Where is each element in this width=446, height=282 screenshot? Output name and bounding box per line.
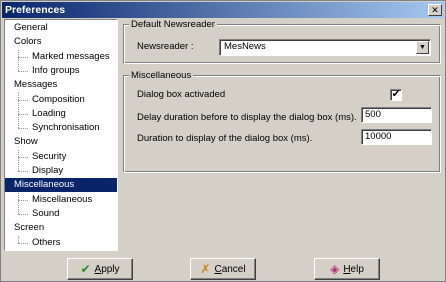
tree-connector [18, 128, 28, 130]
eraser-icon: ◈ [330, 262, 340, 276]
title-bar[interactable]: Preferences ✕ [2, 2, 444, 18]
tree-connector [18, 56, 28, 58]
tree-item-label: Show [14, 136, 38, 148]
display-duration-label: Duration to display of the dialog box (m… [137, 133, 313, 144]
tree-item-label: Messages [14, 79, 58, 91]
tree-item-label: Marked messages [32, 50, 110, 62]
tree-item-label: Display [32, 165, 64, 176]
tree-item-label: Synchronisation [32, 122, 100, 134]
tree-item[interactable]: Screen [5, 221, 117, 235]
dialog-box-activated-checkbox[interactable]: ✔ [390, 89, 402, 101]
tree-connector [18, 242, 28, 244]
newsreader-select[interactable]: MesNews ▼ [219, 39, 431, 56]
check-icon: ✔ [80, 262, 91, 276]
checkmark-icon: ✔ [391, 89, 401, 100]
tree-item[interactable]: General [5, 21, 117, 35]
help-button[interactable]: ◈ Help [314, 258, 380, 280]
tree-connector [18, 99, 28, 101]
close-icon: ✕ [431, 5, 439, 15]
tree-item-label: Miscellaneous [32, 193, 93, 205]
tree-connector [18, 71, 28, 73]
apply-button[interactable]: ✔ Apply [67, 258, 133, 280]
settings-panel: Default Newsreader Newsreader : MesNews … [119, 19, 444, 251]
tree-connector [18, 171, 28, 173]
chevron-down-icon[interactable]: ▼ [416, 41, 429, 54]
x-icon: ✗ [200, 262, 211, 276]
tree-item-label: Security [32, 150, 67, 162]
tree-connector [18, 156, 28, 158]
newsreader-select-value: MesNews [224, 41, 266, 52]
tree-item-label: Composition [32, 93, 85, 105]
delay-duration-label: Delay duration before to display the dia… [137, 112, 357, 123]
miscellaneous-title: Miscellaneous [129, 70, 194, 81]
tree-item[interactable]: Messages [5, 78, 117, 92]
tree-connector [18, 199, 28, 201]
tree-item-label: Miscellaneous [14, 179, 75, 191]
tree-item-label: Colors [14, 36, 42, 48]
tree-item-label: Sound [32, 207, 60, 219]
tree-item-label: General [14, 22, 48, 33]
cancel-button[interactable]: ✗ Cancel [190, 258, 256, 280]
tree-connector [18, 113, 28, 115]
tree-connector [18, 214, 28, 216]
tree-item-label: Others [32, 236, 61, 248]
display-duration-input[interactable]: 10000 [361, 129, 432, 145]
tree-item[interactable]: Colors [5, 35, 117, 49]
category-tree[interactable]: General Colors Marked messages Info groups M… [4, 19, 118, 251]
window-title: Preferences [5, 4, 66, 16]
close-button[interactable]: ✕ [428, 4, 442, 16]
dialog-box-activated-label: Dialog box activaded [137, 89, 226, 100]
delay-duration-input[interactable]: 500 [361, 107, 432, 123]
tree-item[interactable]: Show [5, 135, 117, 149]
tree-item-label: Screen [14, 222, 45, 234]
default-newsreader-title: Default Newsreader [129, 19, 217, 30]
tree-item-label: Loading [32, 107, 66, 119]
newsreader-label: Newsreader : [137, 41, 194, 52]
tree-item-label: Info groups [32, 64, 80, 76]
preferences-window: Preferences ✕ General Colors Marked messag… [0, 0, 446, 282]
tree-item[interactable]: Miscellaneous [5, 178, 117, 193]
